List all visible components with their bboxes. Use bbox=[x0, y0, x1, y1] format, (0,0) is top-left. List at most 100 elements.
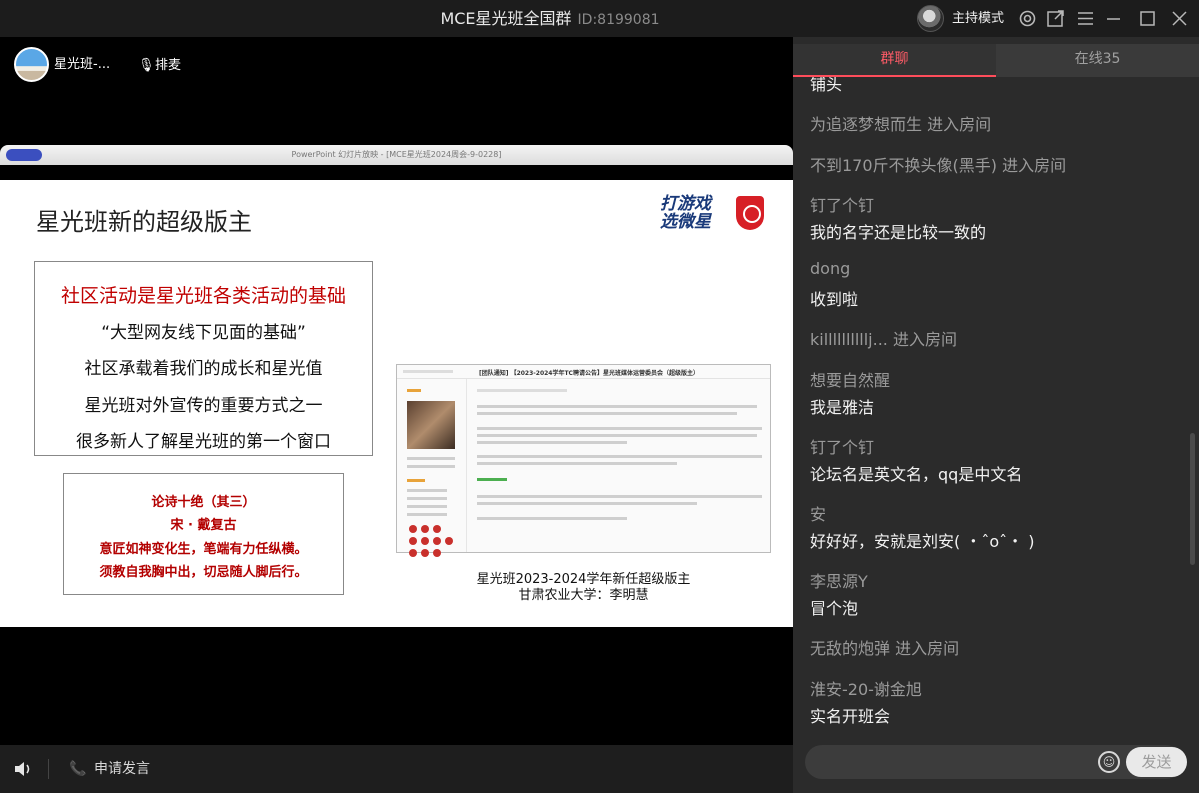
chat-nickname[interactable]: 淮安-20-谢金旭 bbox=[810, 676, 922, 700]
forum-author-info bbox=[407, 489, 447, 492]
presentation-slide: 星光班新的超级版主 打游戏 选微星 社区活动是星光班各类活动的基础 “大型网友线下… bbox=[0, 180, 793, 627]
app-window: MCE星光班全国群 ID:8199081 主持模式 星光班-... 🎙排麦 Po… bbox=[0, 0, 1199, 793]
forum-badge-icon bbox=[445, 537, 453, 545]
chat-nickname[interactable]: 安 bbox=[810, 501, 826, 525]
chat-nickname[interactable]: 想要自然醒 bbox=[810, 367, 890, 391]
forum-badge-icon bbox=[409, 549, 417, 557]
chat-scrollbar[interactable] bbox=[1190, 433, 1195, 565]
community-point: “大型网友线下见面的基础” bbox=[101, 323, 306, 343]
forum-author-name bbox=[407, 389, 421, 392]
presenter-name: 星光班-... bbox=[54, 57, 111, 72]
chat-top-mask bbox=[793, 37, 1199, 44]
forum-post-text bbox=[477, 412, 737, 415]
bottom-toolbar: 📞 申请发言 bbox=[0, 745, 793, 793]
forum-author-info bbox=[407, 497, 447, 500]
chat-message-text: 我的名字还是比较一致的 bbox=[810, 223, 987, 242]
forum-badge-icon bbox=[433, 549, 441, 557]
forum-author-column bbox=[397, 379, 467, 557]
toolbar-divider bbox=[48, 759, 49, 779]
mic-queue-button[interactable]: 🎙排麦 bbox=[138, 55, 181, 77]
forum-author-stats bbox=[407, 457, 455, 460]
forum-badge-icon bbox=[421, 537, 429, 545]
forum-post-text bbox=[477, 405, 757, 408]
community-point: 社区承载着我们的成长和星光值 bbox=[84, 359, 323, 379]
chat-message-text: 好好好，安就是刘安( ・ˆoˆ・ ) bbox=[810, 532, 1035, 551]
apply-to-speak-button[interactable]: 📞 申请发言 bbox=[68, 756, 150, 782]
chat-nickname[interactable]: 钉了个钉 bbox=[810, 192, 874, 216]
forum-post-header: [团队通知] 【2023-2024学年TC聘请公告】星光班媒体运营委员会（超级版… bbox=[397, 365, 770, 379]
forum-caption-name: 甘肃农业大学：李明慧 bbox=[518, 588, 649, 603]
forum-author-info bbox=[407, 513, 447, 516]
forum-post-text bbox=[477, 427, 762, 430]
presenter-avatar[interactable] bbox=[14, 47, 49, 82]
send-button[interactable]: 发送 bbox=[1126, 747, 1187, 777]
speaker-icon[interactable] bbox=[13, 759, 35, 779]
tab-online-users[interactable]: 在线35 bbox=[996, 44, 1199, 77]
forum-post-text bbox=[477, 502, 697, 505]
system-join-notice: killllllllllj... 进入房间 bbox=[810, 330, 957, 349]
community-point: 社区活动是星光班各类活动的基础 bbox=[60, 285, 346, 307]
minimize-icon[interactable] bbox=[1104, 9, 1123, 28]
forum-post-meta bbox=[477, 389, 567, 392]
emoji-icon[interactable]: ☺ bbox=[1098, 751, 1120, 773]
maximize-icon[interactable] bbox=[1138, 9, 1157, 28]
chat-nickname[interactable]: 李思源Y bbox=[810, 568, 868, 592]
chat-tabs: 群聊 在线35 bbox=[793, 44, 1199, 77]
brand-slogan-logo: 打游戏 选微星 bbox=[660, 194, 711, 232]
chat-nickname[interactable]: dong bbox=[810, 259, 850, 278]
settings-icon[interactable] bbox=[1018, 9, 1037, 28]
poem-line: 意匠如神变化生，笔端有力任纵横。 bbox=[99, 542, 308, 557]
ppt-window-bar: PowerPoint 幻灯片放映 - [MCE星光班2024周会-9-0228] bbox=[0, 145, 793, 165]
close-icon[interactable] bbox=[1170, 9, 1189, 28]
forum-badge-icon bbox=[409, 525, 417, 533]
ppt-window-title: PowerPoint 幻灯片放映 - [MCE星光班2024周会-9-0228] bbox=[291, 150, 502, 159]
poem-line: 须教自我胸中出，切忌随人脚后行。 bbox=[99, 565, 308, 580]
chat-nickname[interactable]: 钉了个钉 bbox=[810, 434, 874, 458]
forum-post-title: [团队通知] 【2023-2024学年TC聘请公告】星光班媒体运营委员会（超级版… bbox=[479, 370, 699, 377]
host-mode-label[interactable]: 主持模式 bbox=[952, 0, 1004, 37]
chat-message-text: 实名开班会 bbox=[810, 707, 891, 726]
forum-post-text bbox=[477, 434, 757, 437]
menu-icon[interactable] bbox=[1076, 9, 1095, 28]
popout-icon[interactable] bbox=[1046, 9, 1065, 28]
message-list[interactable]: 铺头 为追逐梦想而生 进入房间 不到170斤不换头像(黑手) 进入房间 钉了个钉… bbox=[793, 37, 1199, 737]
apply-to-speak-label: 申请发言 bbox=[94, 761, 150, 777]
forum-post-text bbox=[477, 495, 762, 498]
video-stage: 星光班-... 🎙排麦 PowerPoint 幻灯片放映 - [MCE星光班20… bbox=[0, 37, 793, 745]
group-name: MCE星光班全国群 bbox=[440, 9, 572, 28]
forum-author-photo bbox=[407, 401, 455, 449]
community-point: 星光班对外宣传的重要方式之一 bbox=[84, 396, 323, 416]
forum-badge-icon bbox=[433, 525, 441, 533]
forum-badge-icon bbox=[421, 525, 429, 533]
forum-author-level bbox=[407, 479, 425, 482]
slide-title: 星光班新的超级版主 bbox=[36, 208, 252, 236]
chat-message-text: 冒个泡 bbox=[810, 599, 859, 618]
forum-post-text bbox=[477, 455, 762, 458]
mic-queue-label: 排麦 bbox=[155, 58, 182, 73]
forum-badge-icon bbox=[409, 537, 417, 545]
mic-icon: 🎙 bbox=[138, 58, 155, 73]
host-avatar[interactable] bbox=[917, 5, 944, 32]
community-point: 很多新人了解星光班的第一个窗口 bbox=[76, 432, 331, 452]
chat-message-text: 论坛名是英文名，qq是中文名 bbox=[810, 465, 1023, 484]
chat-input-row: ☺ 发送 bbox=[793, 737, 1199, 793]
forum-post-text bbox=[477, 441, 627, 444]
chat-panel: 铺头 为追逐梦想而生 进入房间 不到170斤不换头像(黑手) 进入房间 钉了个钉… bbox=[793, 37, 1199, 793]
forum-post-text bbox=[477, 517, 627, 520]
forum-badge-icon bbox=[421, 549, 429, 557]
forum-author-info bbox=[407, 505, 447, 508]
forum-badge-icon bbox=[433, 537, 441, 545]
system-join-notice: 不到170斤不换头像(黑手) 进入房间 bbox=[810, 156, 1067, 175]
forum-post-highlight bbox=[477, 478, 507, 481]
poem-title: 论诗十绝（其三） bbox=[151, 495, 256, 510]
forum-post-text bbox=[477, 462, 677, 465]
tab-group-chat[interactable]: 群聊 bbox=[793, 44, 996, 77]
chat-message-text: 我是雅洁 bbox=[810, 398, 875, 417]
forum-breadcrumb bbox=[403, 370, 453, 373]
chat-message-text: 收到啦 bbox=[810, 290, 859, 309]
community-points-box: 社区活动是星光班各类活动的基础 “大型网友线下见面的基础” 社区承载着我们的成长… bbox=[34, 261, 373, 456]
phone-icon: 📞 bbox=[69, 761, 87, 777]
poem-box: 论诗十绝（其三） 宋 · 戴复古 意匠如神变化生，笔端有力任纵横。 须教自我胸中… bbox=[63, 473, 344, 595]
msi-dragon-logo-icon bbox=[736, 196, 764, 230]
poem-author: 宋 · 戴复古 bbox=[170, 518, 237, 533]
